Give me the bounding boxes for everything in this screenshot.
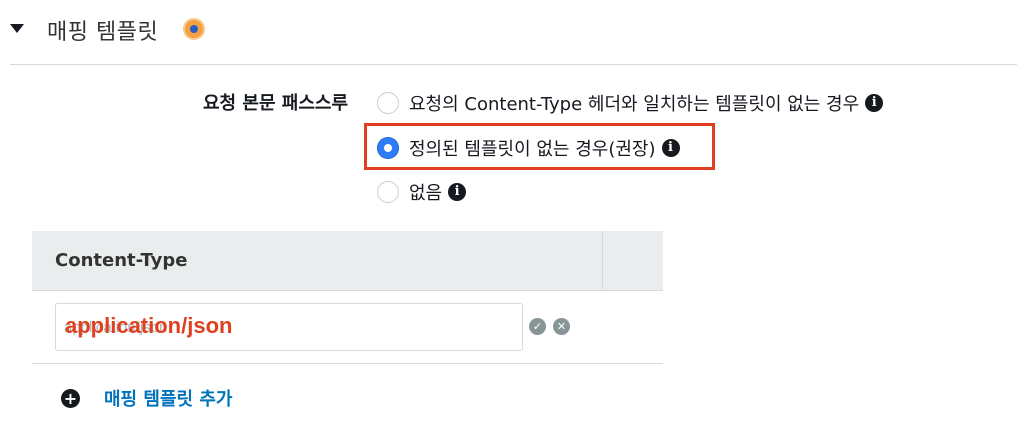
radio-label: 없음 — [409, 183, 443, 204]
radio-option-never[interactable]: 없음 i — [377, 179, 467, 205]
table-row: application/json ✓ ✕ — [32, 291, 663, 364]
section-header: 매핑 템플릿 — [0, 0, 1017, 66]
radio-button[interactable] — [377, 181, 399, 203]
confirm-check-icon[interactable]: ✓ — [529, 318, 546, 335]
add-mapping-template-link[interactable]: + 매핑 템플릿 추가 — [61, 385, 232, 411]
column-divider — [602, 231, 603, 291]
info-icon[interactable]: i — [448, 183, 467, 201]
column-header-content-type: Content-Type — [55, 250, 188, 271]
info-icon[interactable]: i — [865, 94, 884, 112]
section-title: 매핑 템플릿 — [47, 20, 159, 45]
status-indicator-icon — [183, 18, 205, 40]
radio-button-selected[interactable] — [377, 137, 399, 159]
radio-option-no-match[interactable]: 요청의 Content-Type 헤더와 일치하는 템플릿이 없는 경우 i — [377, 90, 884, 116]
radio-label: 요청의 Content-Type 헤더와 일치하는 템플릿이 없는 경우 — [409, 94, 860, 115]
table-header: Content-Type — [32, 231, 663, 291]
info-icon[interactable]: i — [661, 139, 680, 157]
divider — [10, 64, 1017, 65]
plus-circle-icon[interactable]: + — [61, 388, 80, 408]
radio-label: 정의된 템플릿이 없는 경우(권장) — [409, 139, 656, 160]
mapping-templates-panel: 매핑 템플릿 요청 본문 패스스루 요청의 Content-Type 헤더와 일… — [0, 0, 1017, 440]
remove-x-icon[interactable]: ✕ — [553, 318, 570, 335]
add-mapping-template-label[interactable]: 매핑 템플릿 추가 — [104, 385, 232, 411]
content-type-table: Content-Type application/json ✓ ✕ — [32, 231, 663, 364]
collapse-caret-icon[interactable] — [10, 24, 24, 33]
content-type-input[interactable] — [55, 303, 523, 351]
passthrough-label: 요청 본문 패스스루 — [203, 93, 349, 114]
radio-option-no-templates[interactable]: 정의된 템플릿이 없는 경우(권장) i — [377, 135, 680, 161]
radio-button[interactable] — [377, 92, 399, 114]
